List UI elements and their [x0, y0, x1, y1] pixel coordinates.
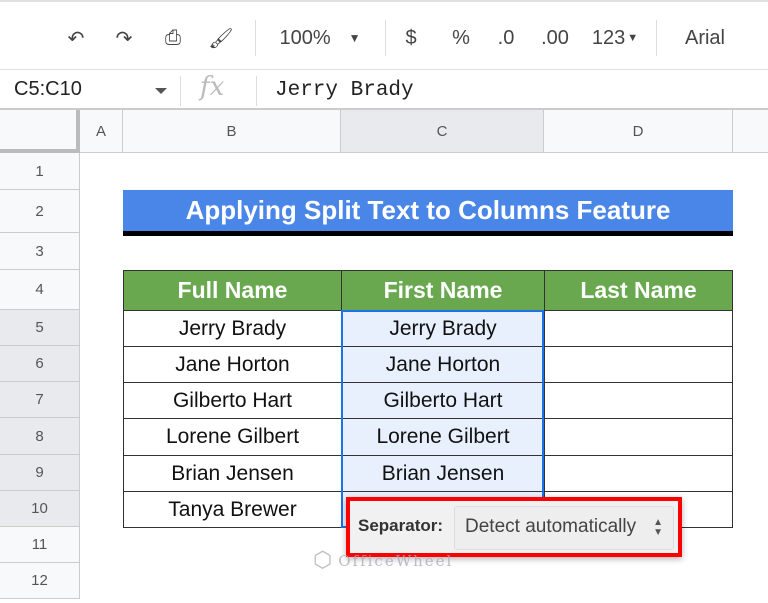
header-last-name[interactable]: Last Name — [544, 270, 733, 311]
row-header[interactable]: 2 — [0, 190, 80, 233]
percent-button[interactable]: % — [445, 22, 477, 54]
separator-value: Detect automatically — [465, 516, 637, 537]
currency-button[interactable]: $ — [395, 22, 427, 54]
row-header[interactable]: 12 — [0, 563, 80, 599]
undo-icon[interactable]: ↶ — [58, 22, 94, 54]
column-header-a[interactable]: A — [80, 110, 123, 153]
decrease-decimal-button[interactable]: .0 — [490, 22, 522, 54]
row-header[interactable]: 6 — [0, 346, 80, 382]
column-header-e[interactable] — [733, 110, 768, 153]
row-header[interactable]: 11 — [0, 527, 80, 563]
toolbar: ↶ ↷ ⎙ 🖌 100% ▼ $ % .0 .00 123 ▼ Arial — [0, 0, 768, 70]
cell-full-name[interactable]: Tanya Brewer — [123, 491, 342, 528]
column-header-d[interactable]: D — [544, 110, 733, 153]
select-all-corner[interactable] — [0, 110, 80, 153]
officewheel-logo-icon: ⬡ — [313, 548, 335, 573]
print-icon[interactable]: ⎙ — [155, 22, 191, 54]
cell-first-name[interactable]: Brian Jensen — [341, 455, 545, 492]
header-first-name[interactable]: First Name — [341, 270, 545, 311]
row-header[interactable]: 9 — [0, 455, 80, 491]
cell-full-name[interactable]: Jerry Brady — [123, 310, 342, 347]
increase-decimal-button[interactable]: .00 — [535, 22, 575, 54]
zoom-value: 100% — [279, 26, 331, 49]
cell-last-name[interactable] — [544, 346, 733, 383]
paint-format-icon[interactable]: 🖌 — [203, 22, 239, 54]
chevron-down-icon[interactable] — [155, 88, 167, 94]
cell-first-name[interactable]: Gilberto Hart — [341, 382, 545, 419]
row-header[interactable]: 5 — [0, 310, 80, 346]
cell-full-name[interactable]: Brian Jensen — [123, 455, 342, 492]
fx-icon: fx — [200, 72, 225, 102]
up-down-arrows-icon: ▲ ▼ — [653, 517, 663, 538]
chevron-down-icon: ▼ — [348, 31, 361, 45]
row-header[interactable]: 4 — [0, 270, 80, 310]
cell-first-name[interactable]: Lorene Gilbert — [341, 418, 545, 456]
cell-last-name[interactable] — [544, 382, 733, 419]
column-header-b[interactable]: B — [123, 110, 341, 153]
font-select[interactable]: Arial — [675, 22, 735, 54]
name-box[interactable]: C5:C10 — [14, 78, 82, 101]
redo-icon[interactable]: ↷ — [106, 22, 142, 54]
sheet-title[interactable]: Applying Split Text to Columns Feature — [123, 190, 733, 236]
row-header[interactable]: 8 — [0, 418, 80, 455]
watermark-text: OfficeWheel — [338, 551, 454, 570]
column-header-c[interactable]: C — [341, 110, 544, 153]
cell-last-name[interactable] — [544, 310, 733, 347]
row-header[interactable]: 7 — [0, 382, 80, 418]
cell-first-name[interactable]: Jane Horton — [341, 346, 545, 383]
header-full-name[interactable]: Full Name — [123, 270, 342, 311]
formula-bar: C5:C10 fx Jerry Brady — [0, 70, 768, 110]
more-formats-label: 123 — [591, 26, 626, 49]
row-header[interactable]: 1 — [0, 153, 80, 190]
watermark: ⬡ OfficeWheel — [313, 548, 453, 573]
chevron-down-icon: ▼ — [627, 32, 639, 44]
separator-label: Separator: — [358, 516, 444, 535]
cell-last-name[interactable] — [544, 455, 733, 492]
cell-last-name[interactable] — [544, 418, 733, 456]
cell-full-name[interactable]: Lorene Gilbert — [123, 418, 342, 456]
cell-full-name[interactable]: Gilberto Hart — [123, 382, 342, 419]
zoom-select[interactable]: 100% ▼ — [270, 22, 370, 54]
separator-select[interactable]: Detect automatically ▲ ▼ — [454, 506, 674, 550]
formula-input[interactable]: Jerry Brady — [275, 79, 414, 102]
row-header[interactable]: 3 — [0, 233, 80, 270]
more-formats-button[interactable]: 123 ▼ — [585, 22, 645, 54]
cell-first-name[interactable]: Jerry Brady — [341, 310, 545, 347]
row-header[interactable]: 10 — [0, 491, 80, 527]
cell-full-name[interactable]: Jane Horton — [123, 346, 342, 383]
